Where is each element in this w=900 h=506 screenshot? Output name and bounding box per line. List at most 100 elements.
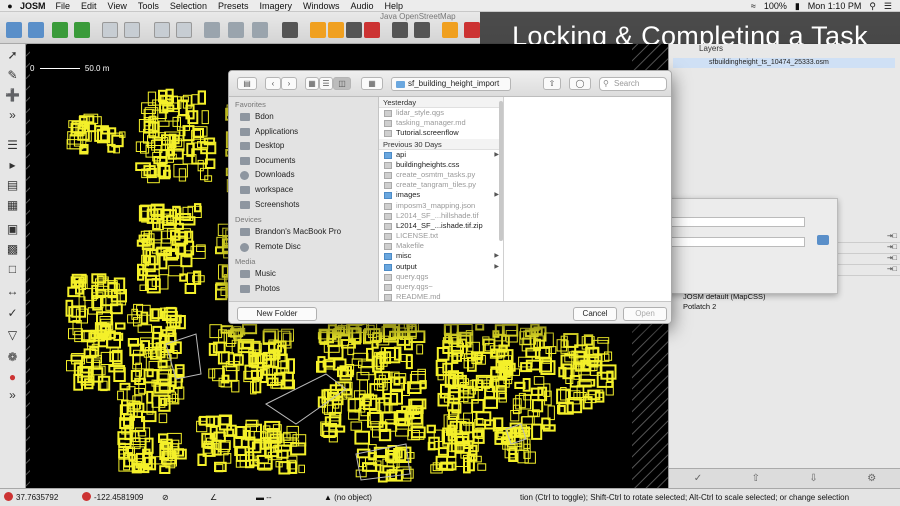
sidebar-item-macbook[interactable]: Brandon's MacBook Pro xyxy=(229,225,378,240)
bus-preset-button[interactable] xyxy=(414,22,430,38)
file-item[interactable]: create_osmtm_tasks.py xyxy=(379,170,503,180)
arrow-icon[interactable]: ⇥□ xyxy=(887,243,897,251)
split-way-button[interactable] xyxy=(204,22,220,38)
imagery-toggle-icon[interactable]: ▩ xyxy=(5,242,20,256)
file-item[interactable]: L2014_SF_...hillshade.tif xyxy=(379,211,503,221)
car-preset-button[interactable] xyxy=(392,22,408,38)
sidebar-item-documents[interactable]: Documents xyxy=(229,154,378,169)
sidebar-item-desktop[interactable]: Desktop xyxy=(229,139,378,154)
new-folder-button[interactable]: New Folder xyxy=(237,307,317,321)
menu-file[interactable]: File xyxy=(56,1,71,11)
zoom-tool-icon[interactable]: ➕ xyxy=(5,88,20,102)
cancel-button[interactable]: Cancel xyxy=(573,307,617,321)
folder-item[interactable]: images ▶ xyxy=(379,190,503,200)
file-item[interactable]: LICENSE.txt xyxy=(379,231,503,241)
file-item[interactable]: Tutorial.screenflow xyxy=(379,128,503,138)
sidebar-item-music[interactable]: Music xyxy=(229,267,378,282)
list-view-icon[interactable]: ☰ xyxy=(319,77,333,90)
sidebar-item-photos[interactable]: Photos xyxy=(229,282,378,297)
style-item-potlatch[interactable]: Potlatch 2 xyxy=(669,302,900,312)
tag-icon[interactable]: ◯ xyxy=(569,77,591,90)
forward-icon[interactable]: › xyxy=(281,77,297,90)
file-item[interactable]: buildingheights.css xyxy=(379,160,503,170)
search-input[interactable]: ⚲ Search xyxy=(599,77,667,91)
menu-selection[interactable]: Selection xyxy=(170,1,207,11)
column-view-icon[interactable]: ◫ xyxy=(333,77,351,90)
layer-button[interactable] xyxy=(282,22,298,38)
menu-imagery[interactable]: Imagery xyxy=(259,1,292,11)
preset-d-button[interactable] xyxy=(364,22,380,38)
settings-icon[interactable]: ⚙ xyxy=(867,473,876,484)
sidebar-toggle-icon[interactable]: ▤ xyxy=(237,77,257,90)
arrow-icon[interactable]: ⇥□ xyxy=(887,232,897,240)
app-menu[interactable]: JOSM xyxy=(20,1,46,11)
search-icon[interactable]: ⚲ xyxy=(869,1,876,12)
file-item[interactable]: README.md xyxy=(379,292,503,301)
file-item[interactable]: tasking_manager.md xyxy=(379,118,503,128)
sidebar-item-workspace[interactable]: workspace xyxy=(229,183,378,198)
active-layer-row[interactable]: sfbuildingheight_ts_10474_25333.osm xyxy=(673,58,895,68)
reverse-way-button[interactable] xyxy=(252,22,268,38)
notes-toggle-icon[interactable]: □ xyxy=(5,262,20,276)
wifi-icon[interactable]: ≈ xyxy=(751,1,756,11)
sidebar-item-screenshots[interactable]: Screenshots xyxy=(229,198,378,213)
validate-toggle-icon[interactable]: ▣ xyxy=(5,222,20,236)
relation-toggle-icon[interactable]: ▤ xyxy=(5,178,20,192)
layers-toggle-icon[interactable]: ☰ xyxy=(5,138,20,152)
open-button[interactable]: Open xyxy=(623,307,667,321)
menu-edit[interactable]: Edit xyxy=(81,1,97,11)
history-toggle-icon[interactable]: ▦ xyxy=(5,198,20,212)
apple-menu-icon[interactable]: ● xyxy=(0,1,20,11)
sidebar-item-downloads[interactable]: Downloads xyxy=(229,168,378,183)
folder-item[interactable]: output ▶ xyxy=(379,262,503,272)
warning-preset-button[interactable] xyxy=(442,22,458,38)
background-field[interactable] xyxy=(671,237,805,247)
file-item[interactable]: query.qgs~ xyxy=(379,282,503,292)
arrange-icon[interactable]: ▦ xyxy=(361,77,383,90)
file-item[interactable]: query.qgs xyxy=(379,272,503,282)
clock[interactable]: Mon 1:10 PM xyxy=(808,1,862,11)
upload-button[interactable] xyxy=(74,22,90,38)
menu-tools[interactable]: Tools xyxy=(138,1,159,11)
icon-view-icon[interactable]: ▦ xyxy=(305,77,319,90)
file-item[interactable]: imposm3_mapping.json xyxy=(379,201,503,211)
save-button[interactable] xyxy=(52,22,68,38)
current-folder-popup[interactable]: sf_building_height_import xyxy=(391,77,511,91)
share-icon[interactable]: ⇧ xyxy=(543,77,561,90)
menu-presets[interactable]: Presets xyxy=(218,1,249,11)
poi-preset-button[interactable] xyxy=(464,22,480,38)
preset-b-button[interactable] xyxy=(328,22,344,38)
menu-windows[interactable]: Windows xyxy=(303,1,340,11)
file-item[interactable]: lidar_style.qgs xyxy=(379,108,503,118)
menu-view[interactable]: View xyxy=(108,1,127,11)
zoom-button[interactable] xyxy=(154,22,170,38)
file-list-scrollbar[interactable] xyxy=(499,101,503,241)
sidebar-item-applications[interactable]: Applications xyxy=(229,125,378,140)
expand-tools-icon[interactable]: » xyxy=(5,108,20,122)
move-down-icon[interactable]: ⇩ xyxy=(809,473,817,484)
filter-icon[interactable]: ▽ xyxy=(5,328,20,342)
marker-icon[interactable]: ● xyxy=(5,370,20,384)
open-file-button[interactable] xyxy=(28,22,44,38)
background-field[interactable] xyxy=(671,217,805,227)
select-tool-icon[interactable]: ➚ xyxy=(5,48,20,62)
battery-icon[interactable]: ▮ xyxy=(795,1,800,12)
back-icon[interactable]: ‹ xyxy=(265,77,281,90)
menu-audio[interactable]: Audio xyxy=(351,1,374,11)
new-layer-button[interactable] xyxy=(6,22,22,38)
sidebar-item-remote-disc[interactable]: Remote Disc xyxy=(229,240,378,255)
check-icon[interactable]: ✓ xyxy=(5,306,20,320)
sidebar-item-bdon[interactable]: Bdon xyxy=(229,110,378,125)
redo-button[interactable] xyxy=(124,22,140,38)
undo-button[interactable] xyxy=(102,22,118,38)
folder-item[interactable]: misc ▶ xyxy=(379,251,503,261)
check-button-icon[interactable]: ✓ xyxy=(694,473,702,484)
more-tools-icon[interactable]: » xyxy=(5,388,20,402)
battery-percent[interactable]: 100% xyxy=(764,1,787,11)
file-item[interactable]: L2014_SF_...ishade.tif.zip xyxy=(379,221,503,231)
move-up-icon[interactable]: ⇧ xyxy=(752,473,760,484)
arrow-icon[interactable]: ⇥□ xyxy=(887,254,897,262)
list-icon[interactable]: ☰ xyxy=(884,1,892,12)
file-item[interactable]: Makefile xyxy=(379,241,503,251)
tag-toggle-icon[interactable]: ▸ xyxy=(5,158,20,172)
